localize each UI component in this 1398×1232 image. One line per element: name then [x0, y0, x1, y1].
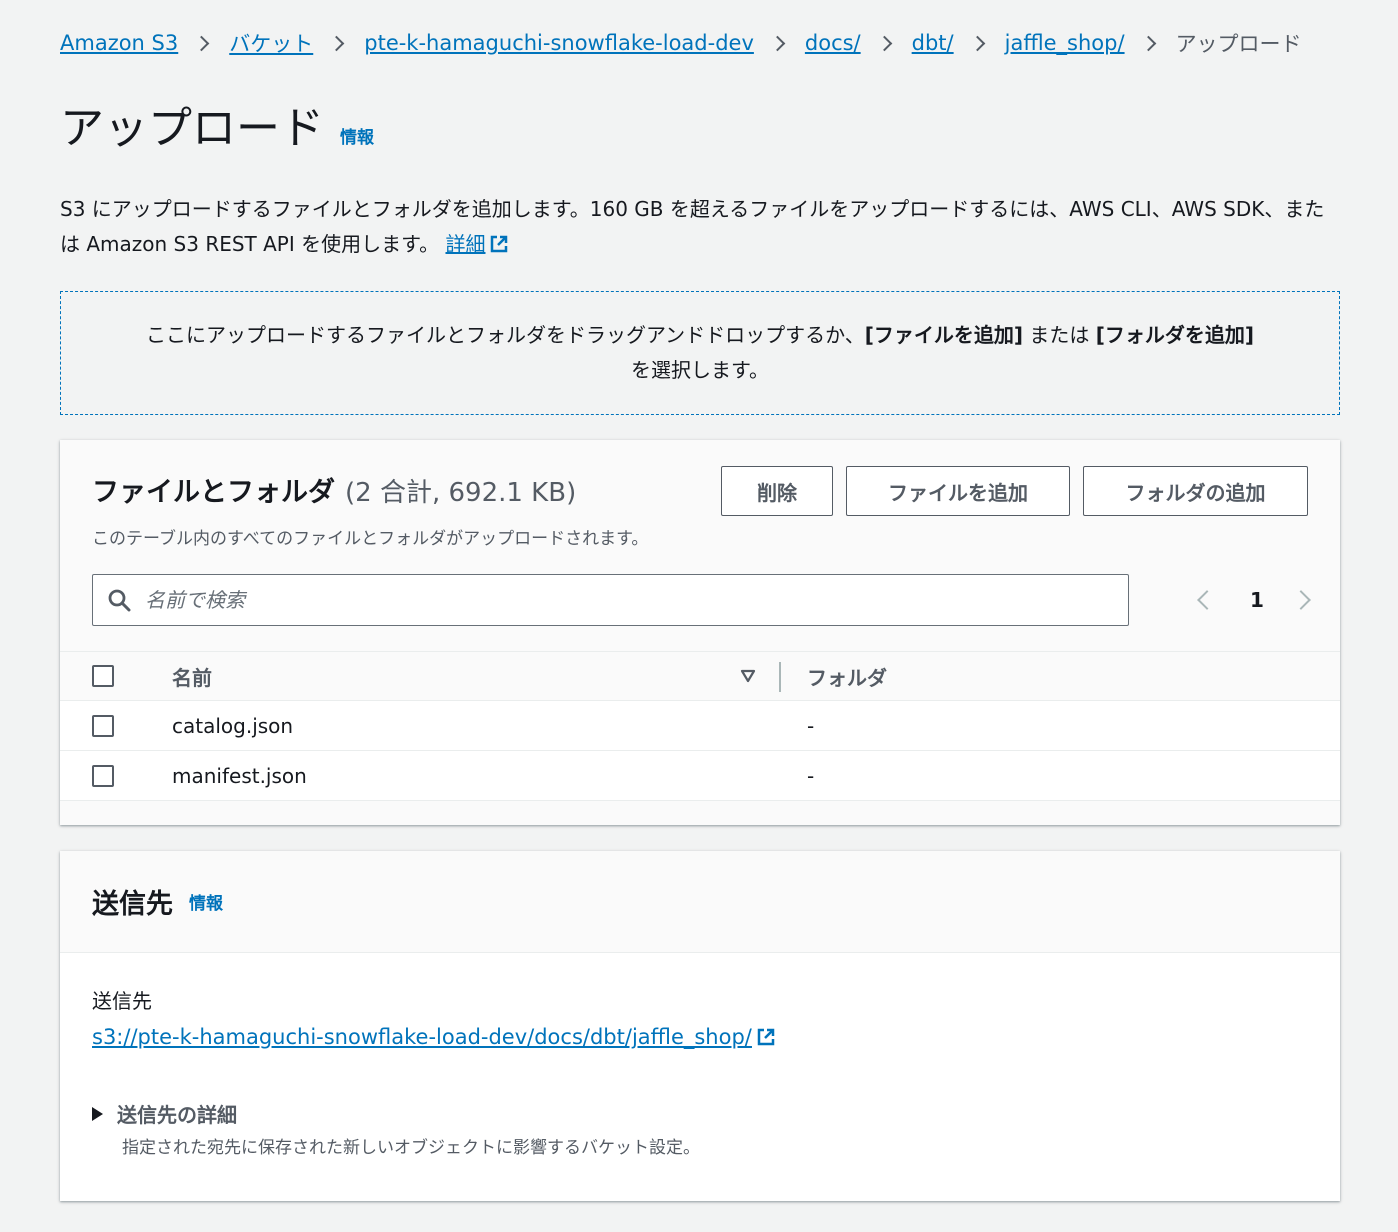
table-row: manifest.json -: [60, 751, 1340, 801]
files-panel-header: ファイルとフォルダ (2 合計, 692.1 KB): [92, 470, 576, 509]
table-row: catalog.json -: [60, 701, 1340, 751]
file-name: manifest.json: [172, 763, 307, 788]
learn-more-link[interactable]: 詳細: [445, 232, 509, 256]
destination-details-description: 指定された宛先に保存された新しいオブジェクトに影響するバケット設定。: [122, 1138, 700, 1158]
files-panel-title: ファイルとフォルダ: [92, 477, 335, 508]
page-title: アップロード: [60, 103, 324, 154]
chevron-left-icon[interactable]: [1197, 590, 1217, 610]
add-files-button[interactable]: ファイルを追加: [846, 466, 1070, 516]
page-header: アップロード 情報: [60, 92, 374, 156]
chevron-right-icon: [769, 35, 786, 51]
breadcrumb-current: アップロード: [1175, 32, 1302, 56]
page-description: S3 にアップロードするファイルとフォルダを追加します。160 GB を超えるフ…: [60, 192, 1340, 262]
sort-down-icon[interactable]: [740, 668, 756, 684]
destination-header: 送信先 情報: [60, 851, 1340, 953]
destination-details-toggle[interactable]: 送信先の詳細: [92, 1099, 237, 1128]
chevron-right-icon: [328, 35, 345, 51]
dropzone-text-after: を選択します。: [631, 358, 769, 382]
pagination: 1: [1190, 580, 1311, 620]
destination-url: s3://pte-k-hamaguchi-snowflake-load-dev/…: [92, 1025, 752, 1049]
column-header-folder: フォルダ: [807, 665, 887, 690]
search-input[interactable]: [145, 588, 1128, 612]
row-checkbox[interactable]: [92, 764, 114, 787]
column-header-name[interactable]: 名前: [172, 662, 212, 691]
page-number[interactable]: 1: [1250, 588, 1264, 612]
upload-dropzone[interactable]: ここにアップロードするファイルとフォルダをドラッグアンドドロップするか、[ファイ…: [60, 291, 1340, 415]
dropzone-add-files-label: [ファイルを追加]: [864, 323, 1024, 347]
chevron-right-icon[interactable]: [1291, 590, 1311, 610]
chevron-right-icon: [193, 35, 210, 51]
file-folder: -: [807, 713, 815, 738]
destination-url-link[interactable]: s3://pte-k-hamaguchi-snowflake-load-dev/…: [92, 1025, 776, 1049]
dropzone-text-before: ここにアップロードするファイルとフォルダをドラッグアンドドロップするか、: [145, 323, 865, 347]
files-panel-subtitle: このテーブル内のすべてのファイルとフォルダがアップロードされます。: [92, 529, 649, 549]
destination-details-title: 送信先の詳細: [117, 1103, 237, 1127]
breadcrumb-bucket[interactable]: pte-k-hamaguchi-snowflake-load-dev: [364, 31, 754, 55]
dropzone-text: ここにアップロードするファイルとフォルダをドラッグアンドドロップするか、[ファイ…: [146, 318, 1254, 388]
files-and-folders-panel: ファイルとフォルダ (2 合計, 692.1 KB) このテーブル内のすべてのフ…: [60, 440, 1340, 825]
breadcrumb-s3[interactable]: Amazon S3: [60, 31, 178, 55]
destination-label: 送信先: [92, 989, 152, 1013]
table-footer-spacer: [60, 801, 1340, 825]
info-link[interactable]: 情報: [340, 123, 374, 148]
column-divider[interactable]: [779, 662, 781, 692]
external-link-icon: [757, 1028, 775, 1046]
files-table: 名前 フォルダ catalog.json - manifest.json -: [60, 651, 1340, 825]
chevron-right-icon: [969, 35, 985, 51]
caret-right-icon: [92, 1106, 103, 1121]
destination-title: 送信先: [92, 889, 173, 920]
description-text: S3 にアップロードするファイルとフォルダを追加します。160 GB を超えるフ…: [60, 197, 1325, 256]
dropzone-add-folder-label: [フォルダを追加]: [1095, 323, 1255, 347]
breadcrumb-jaffle-shop[interactable]: jaffle_shop/: [1005, 31, 1125, 55]
chevron-right-icon: [1140, 35, 1156, 51]
file-folder: -: [807, 763, 815, 788]
file-name: catalog.json: [172, 713, 294, 738]
learn-more-label: 詳細: [445, 232, 486, 256]
dropzone-or: または: [1023, 323, 1096, 347]
breadcrumb-docs[interactable]: docs/: [805, 31, 861, 55]
external-link-icon: [491, 235, 508, 253]
breadcrumb: Amazon S3 バケット pte-k-hamaguchi-snowflake…: [60, 28, 1302, 58]
files-count: (2 合計, 692.1 KB): [345, 478, 577, 508]
destination-info-link[interactable]: 情報: [189, 889, 223, 914]
destination-panel: 送信先 情報 送信先 s3://pte-k-hamaguchi-snowflak…: [60, 851, 1340, 1201]
table-header-row: 名前 フォルダ: [60, 651, 1340, 701]
breadcrumb-buckets[interactable]: バケット: [229, 28, 313, 58]
search-icon: [108, 589, 131, 612]
breadcrumb-dbt[interactable]: dbt/: [912, 31, 954, 55]
select-all-checkbox[interactable]: [92, 665, 114, 687]
delete-button[interactable]: 削除: [721, 466, 833, 516]
search-box: [92, 574, 1129, 626]
chevron-right-icon: [876, 35, 892, 51]
row-checkbox[interactable]: [92, 714, 114, 737]
add-folder-button[interactable]: フォルダの追加: [1083, 466, 1308, 516]
